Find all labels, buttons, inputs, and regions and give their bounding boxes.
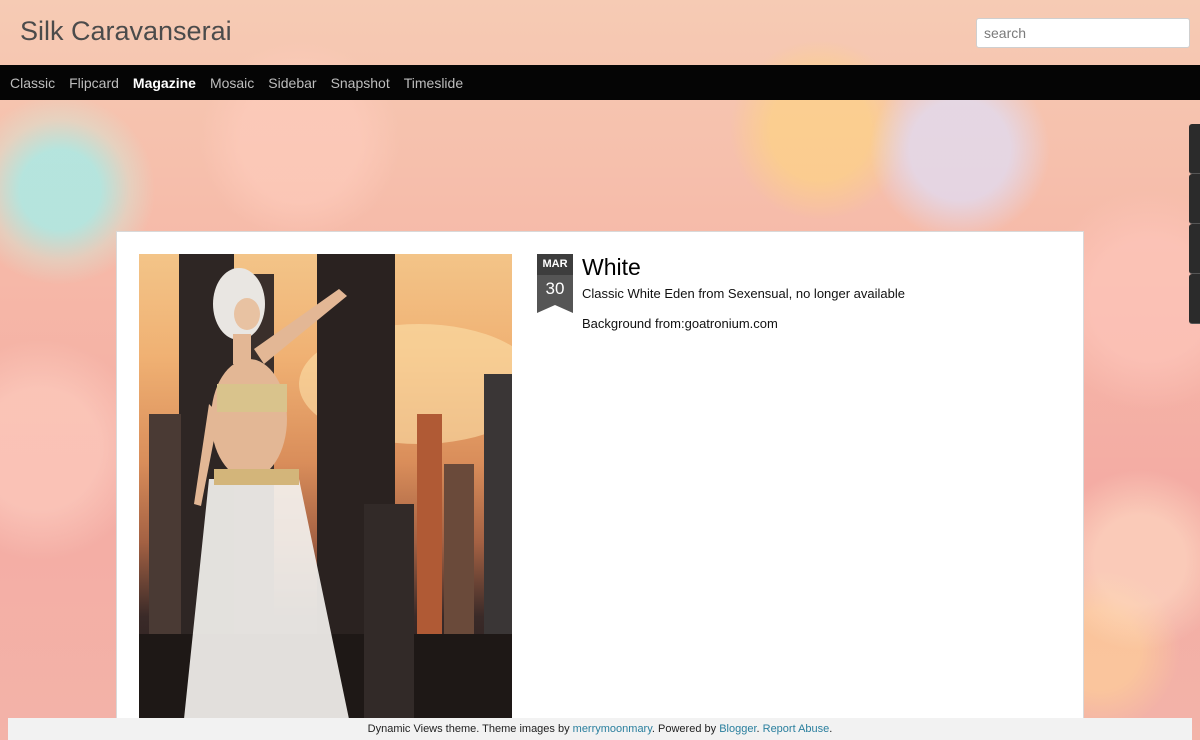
nav-item-magazine[interactable]: Magazine <box>133 75 196 91</box>
header: Silk Caravanserai <box>0 0 1200 65</box>
nav-item-sidebar[interactable]: Sidebar <box>268 75 316 91</box>
footer-link-merrymoonmary[interactable]: merrymoonmary <box>573 723 652 735</box>
post-card: MAR 30 White Classic White Eden from Sex… <box>116 231 1084 731</box>
site-title[interactable]: Silk Caravanserai <box>20 16 232 47</box>
post-image[interactable] <box>139 254 512 719</box>
post-image-illustration <box>139 254 512 719</box>
share-tab-1[interactable] <box>1189 124 1200 174</box>
share-tab-3[interactable] <box>1189 224 1200 274</box>
nav-item-timeslide[interactable]: Timeslide <box>404 75 463 91</box>
date-day: 30 <box>537 275 573 305</box>
nav-item-snapshot[interactable]: Snapshot <box>331 75 390 91</box>
footer-text: Dynamic Views theme. Theme images by <box>367 723 573 735</box>
share-side-tabs <box>1189 124 1200 328</box>
post-body-line: Background from:goatronium.com <box>582 316 778 331</box>
footer-link-report-abuse[interactable]: Report Abuse <box>763 723 830 735</box>
post-title[interactable]: White <box>582 254 641 281</box>
footer: Dynamic Views theme. Theme images by mer… <box>8 718 1192 740</box>
post-body-line: Classic White Eden from Sexensual, no lo… <box>582 286 906 301</box>
share-tab-4[interactable] <box>1189 274 1200 324</box>
footer-text: . <box>829 723 833 735</box>
share-tab-2[interactable] <box>1189 174 1200 224</box>
search-input[interactable] <box>976 18 1190 48</box>
date-badge: MAR 30 <box>537 254 573 314</box>
date-ribbon-tail <box>537 305 573 313</box>
nav-item-classic[interactable]: Classic <box>10 75 55 91</box>
nav-item-mosaic[interactable]: Mosaic <box>210 75 254 91</box>
date-month: MAR <box>537 254 573 275</box>
footer-link-blogger[interactable]: Blogger <box>719 723 756 735</box>
nav-item-flipcard[interactable]: Flipcard <box>69 75 119 91</box>
view-nav-bar: Classic Flipcard Magazine Mosaic Sidebar… <box>0 65 1200 100</box>
footer-text: . Powered by <box>651 723 720 735</box>
